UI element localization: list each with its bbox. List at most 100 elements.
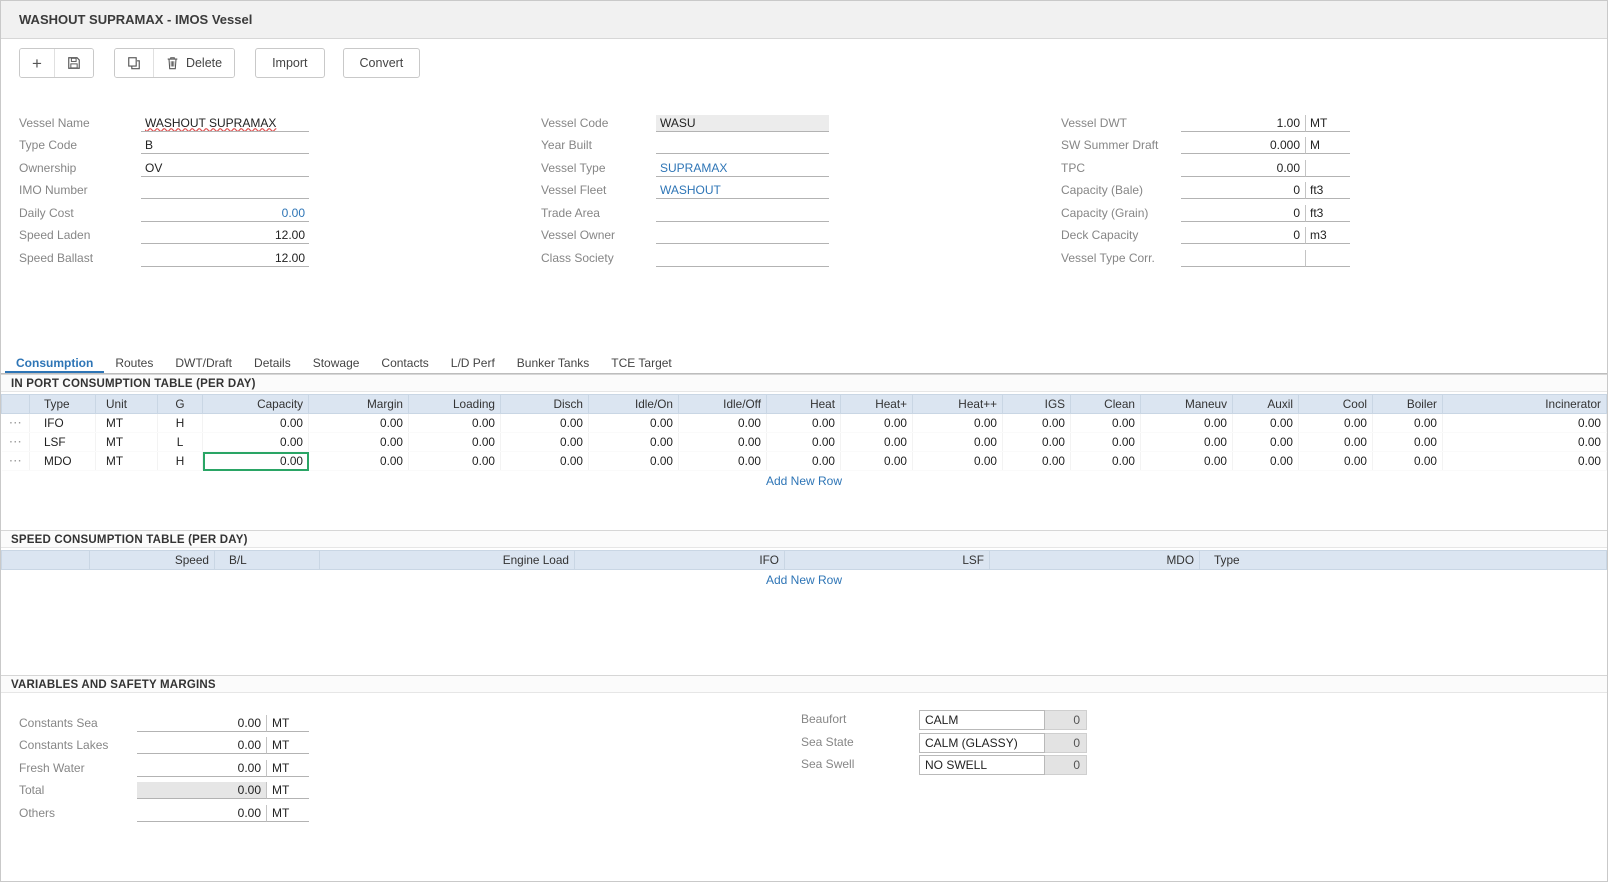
cell-cool[interactable]: 0.00	[1299, 414, 1373, 433]
constants-sea-field[interactable]: 0.00	[137, 715, 267, 732]
cell-unit[interactable]: MT	[96, 414, 158, 433]
cell-boiler[interactable]: 0.00	[1373, 433, 1443, 452]
type-code-field[interactable]: B	[141, 137, 309, 154]
cell-incinerator[interactable]: 0.00	[1443, 452, 1607, 471]
cell-heat[interactable]: 0.00	[841, 433, 913, 452]
cell-type[interactable]: MDO	[30, 452, 96, 471]
cell-auxil[interactable]: 0.00	[1233, 433, 1299, 452]
cell-idle-off[interactable]: 0.00	[679, 452, 767, 471]
cell-igs[interactable]: 0.00	[1003, 414, 1071, 433]
vessel-fleet-field[interactable]: WASHOUT	[656, 182, 829, 199]
tab-l-d-perf[interactable]: L/D Perf	[440, 354, 506, 373]
vessel-type-field[interactable]: SUPRAMAX	[656, 160, 829, 177]
trade-area-field[interactable]	[656, 205, 829, 222]
speed-add-new-row-link[interactable]: Add New Row	[1, 570, 1607, 589]
tab-routes[interactable]: Routes	[104, 354, 164, 373]
cell-heat[interactable]: 0.00	[913, 452, 1003, 471]
cell-cool[interactable]: 0.00	[1299, 433, 1373, 452]
row-menu-icon[interactable]: ⋯	[2, 433, 30, 452]
cell-clean[interactable]: 0.00	[1071, 414, 1141, 433]
row-menu-icon[interactable]: ⋯	[2, 452, 30, 471]
cell-capacity-selected[interactable]: 0.00	[203, 452, 309, 471]
beaufort-field[interactable]: CALM	[919, 710, 1045, 730]
cell-maneuv[interactable]: 0.00	[1141, 433, 1233, 452]
cell-igs[interactable]: 0.00	[1003, 433, 1071, 452]
cell-disch[interactable]: 0.00	[501, 452, 589, 471]
tab-tce-target[interactable]: TCE Target	[600, 354, 682, 373]
tab-details[interactable]: Details	[243, 354, 302, 373]
daily-cost-field[interactable]: 0.00	[141, 205, 309, 222]
class-society-field[interactable]	[656, 250, 829, 267]
cell-disch[interactable]: 0.00	[501, 414, 589, 433]
fresh-water-field[interactable]: 0.00	[137, 760, 267, 777]
deck-capacity-field[interactable]: 0	[1181, 227, 1306, 244]
year-built-field[interactable]	[656, 137, 829, 154]
cell-heat[interactable]: 0.00	[767, 452, 841, 471]
tab-stowage[interactable]: Stowage	[302, 354, 371, 373]
cell-g[interactable]: L	[158, 433, 203, 452]
constants-lakes-field[interactable]: 0.00	[137, 737, 267, 754]
cell-incinerator[interactable]: 0.00	[1443, 414, 1607, 433]
others-field[interactable]: 0.00	[137, 805, 267, 822]
cell-idle-on[interactable]: 0.00	[589, 414, 679, 433]
convert-button[interactable]: Convert	[343, 48, 421, 78]
cell-type[interactable]: LSF	[30, 433, 96, 452]
copy-button[interactable]	[115, 49, 153, 77]
sea-swell-field[interactable]: NO SWELL	[919, 755, 1045, 775]
cell-type[interactable]: IFO	[30, 414, 96, 433]
add-button[interactable]: +	[20, 49, 54, 77]
save-button[interactable]	[54, 49, 93, 77]
cell-margin[interactable]: 0.00	[309, 433, 409, 452]
delete-button[interactable]: Delete	[153, 49, 234, 77]
cell-maneuv[interactable]: 0.00	[1141, 452, 1233, 471]
cell-g[interactable]: H	[158, 452, 203, 471]
cell-maneuv[interactable]: 0.00	[1141, 414, 1233, 433]
cell-idle-on[interactable]: 0.00	[589, 452, 679, 471]
cell-loading[interactable]: 0.00	[409, 452, 501, 471]
cell-margin[interactable]: 0.00	[309, 414, 409, 433]
cell-heat[interactable]: 0.00	[841, 452, 913, 471]
cell-clean[interactable]: 0.00	[1071, 452, 1141, 471]
cell-auxil[interactable]: 0.00	[1233, 452, 1299, 471]
cell-boiler[interactable]: 0.00	[1373, 452, 1443, 471]
tab-consumption[interactable]: Consumption	[5, 354, 104, 373]
tab-contacts[interactable]: Contacts	[370, 354, 439, 373]
cell-heat[interactable]: 0.00	[913, 414, 1003, 433]
row-menu-icon[interactable]: ⋯	[2, 414, 30, 433]
ownership-field[interactable]: OV	[141, 160, 309, 177]
cell-incinerator[interactable]: 0.00	[1443, 433, 1607, 452]
cell-idle-off[interactable]: 0.00	[679, 433, 767, 452]
in-port-add-new-row-link[interactable]: Add New Row	[1, 471, 1607, 490]
imo-number-field[interactable]	[141, 182, 309, 199]
cell-capacity[interactable]: 0.00	[203, 414, 309, 433]
sea-state-field[interactable]: CALM (GLASSY)	[919, 733, 1045, 753]
cell-unit[interactable]: MT	[96, 452, 158, 471]
capacity-grain-field[interactable]: 0	[1181, 205, 1306, 222]
cell-margin[interactable]: 0.00	[309, 452, 409, 471]
cell-heat[interactable]: 0.00	[767, 433, 841, 452]
vessel-type-corr-field[interactable]	[1181, 250, 1306, 267]
cell-clean[interactable]: 0.00	[1071, 433, 1141, 452]
tpc-field[interactable]: 0.00	[1181, 160, 1306, 177]
vessel-owner-field[interactable]	[656, 227, 829, 244]
cell-g[interactable]: H	[158, 414, 203, 433]
cell-auxil[interactable]: 0.00	[1233, 414, 1299, 433]
cell-capacity[interactable]: 0.00	[203, 433, 309, 452]
capacity-bale-field[interactable]: 0	[1181, 182, 1306, 199]
cell-idle-off[interactable]: 0.00	[679, 414, 767, 433]
cell-heat[interactable]: 0.00	[841, 414, 913, 433]
import-button[interactable]: Import	[255, 48, 324, 78]
sw-summer-draft-field[interactable]: 0.000	[1181, 137, 1306, 154]
speed-laden-field[interactable]: 12.00	[141, 227, 309, 244]
cell-loading[interactable]: 0.00	[409, 433, 501, 452]
tab-bunker-tanks[interactable]: Bunker Tanks	[506, 354, 601, 373]
cell-boiler[interactable]: 0.00	[1373, 414, 1443, 433]
tab-dwt-draft[interactable]: DWT/Draft	[164, 354, 243, 373]
cell-idle-on[interactable]: 0.00	[589, 433, 679, 452]
cell-igs[interactable]: 0.00	[1003, 452, 1071, 471]
speed-ballast-field[interactable]: 12.00	[141, 250, 309, 267]
cell-loading[interactable]: 0.00	[409, 414, 501, 433]
cell-heat[interactable]: 0.00	[913, 433, 1003, 452]
cell-unit[interactable]: MT	[96, 433, 158, 452]
vessel-name-field[interactable]: WASHOUT SUPRAMAX	[141, 115, 309, 132]
